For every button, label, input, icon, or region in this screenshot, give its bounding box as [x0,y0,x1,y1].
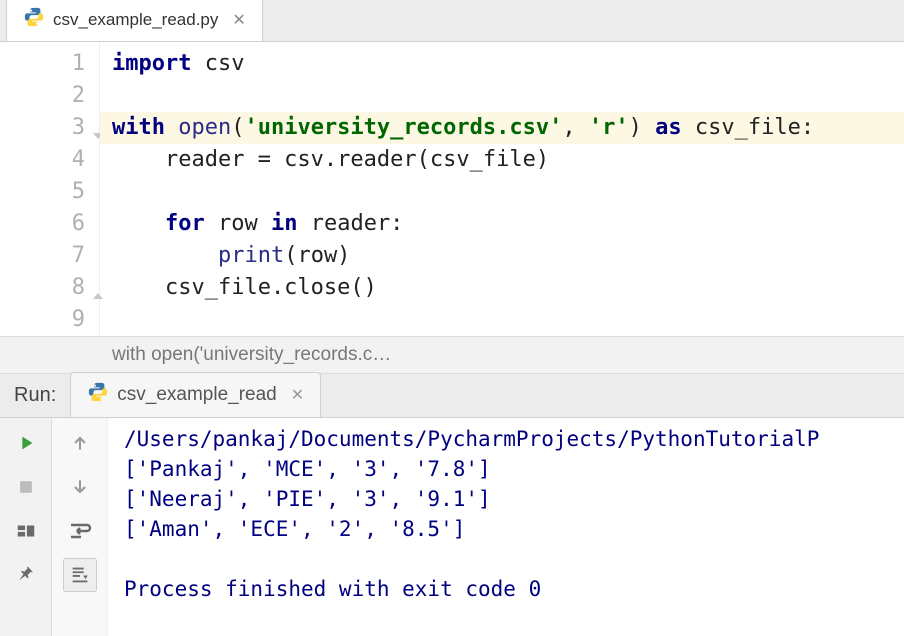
breadcrumb[interactable]: with open('university_records.c… [0,336,904,374]
run-tab-label: csv_example_read [117,384,276,406]
code-line[interactable]: import csv [112,48,904,80]
editor-tab-label: csv_example_read.py [53,10,218,30]
line-number: 7 [0,240,85,272]
run-panel-header: Run: csv_example_read ✕ [0,374,904,418]
code-line[interactable]: reader = csv.reader(csv_file) [112,144,904,176]
run-toolbar-left [0,418,52,636]
line-number: 8 [0,272,85,304]
breadcrumb-text: with open('university_records.c… [112,344,391,366]
code-content[interactable]: import csv with open('university_records.… [100,42,904,336]
console-line: /Users/pankaj/Documents/PycharmProjects/… [124,424,904,454]
close-icon[interactable]: ✕ [291,385,304,405]
line-number-gutter: 123456789 [0,42,100,336]
line-number: 3 [0,112,85,144]
line-number: 2 [0,80,85,112]
code-line[interactable]: csv_file.close() [112,272,904,304]
rerun-button[interactable] [9,426,43,460]
close-icon[interactable]: ✕ [232,10,245,30]
run-toolbar-secondary [52,418,108,636]
line-number: 1 [0,48,85,80]
console-line: ['Neeraj', 'PIE', '3', '9.1'] [124,484,904,514]
scroll-to-end-icon[interactable] [63,558,97,592]
line-number: 5 [0,176,85,208]
pin-icon[interactable] [9,558,43,592]
code-line[interactable] [112,304,904,336]
line-number: 9 [0,304,85,336]
console-line [124,544,904,574]
stop-button[interactable] [9,470,43,504]
code-line[interactable] [112,80,904,112]
code-line[interactable]: with open('university_records.csv', 'r')… [100,112,904,144]
console-line: Process finished with exit code 0 [124,574,904,604]
code-editor[interactable]: 123456789 import csv with open('universit… [0,42,904,336]
up-arrow-icon[interactable] [63,426,97,460]
line-number: 4 [0,144,85,176]
run-panel: /Users/pankaj/Documents/PycharmProjects/… [0,418,904,636]
down-arrow-icon[interactable] [63,470,97,504]
console-line: ['Aman', 'ECE', '2', '8.5'] [124,514,904,544]
code-line[interactable]: for row in reader: [112,208,904,240]
code-line[interactable]: print(row) [112,240,904,272]
layout-icon[interactable] [9,514,43,548]
soft-wrap-icon[interactable] [63,514,97,548]
python-run-icon [87,381,109,409]
editor-tab[interactable]: csv_example_read.py ✕ [6,0,263,41]
run-tab[interactable]: csv_example_read ✕ [70,372,321,417]
code-line[interactable] [112,176,904,208]
console-output[interactable]: /Users/pankaj/Documents/PycharmProjects/… [108,418,904,636]
run-panel-label: Run: [0,384,70,407]
line-number: 6 [0,208,85,240]
editor-tab-bar: csv_example_read.py ✕ [0,0,904,42]
console-line: ['Pankaj', 'MCE', '3', '7.8'] [124,454,904,484]
python-file-icon [23,6,45,33]
